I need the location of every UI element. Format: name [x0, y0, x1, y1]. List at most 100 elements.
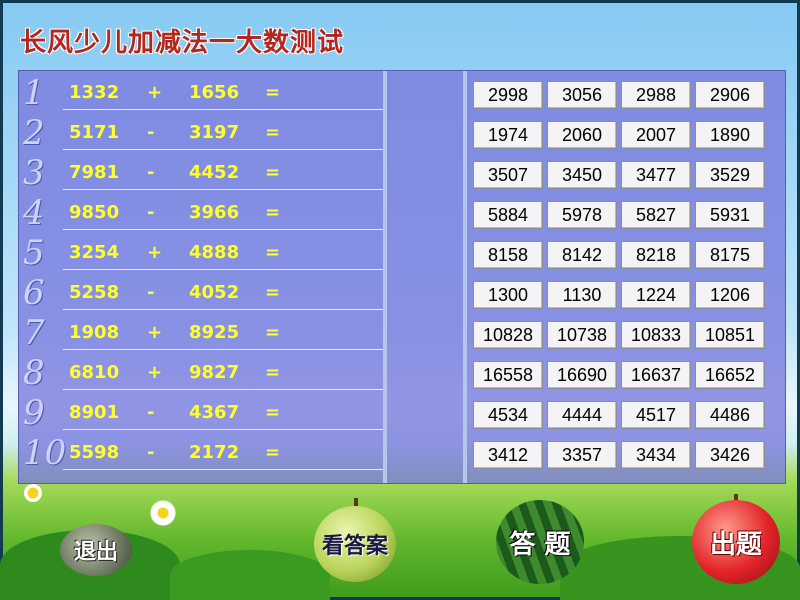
exit-button-label: 退出	[73, 539, 118, 565]
answer-choice[interactable]: 1224	[621, 281, 691, 309]
equals-sign: =	[265, 282, 281, 303]
answer-choice[interactable]: 8175	[695, 241, 765, 269]
page-title: 长风少儿加减法一大数测试	[20, 28, 345, 58]
operand-b: 4367	[189, 402, 240, 423]
answer-slot[interactable]	[389, 397, 461, 431]
operand-a: 7981	[69, 162, 120, 183]
operand-b: 9827	[189, 362, 240, 383]
answer-choice[interactable]: 16652	[695, 361, 765, 389]
answer-choice[interactable]: 3357	[547, 441, 617, 469]
row-separator	[63, 109, 383, 110]
operand-b: 8925	[189, 322, 240, 343]
answer-choice[interactable]: 1974	[473, 121, 543, 149]
answer-choice[interactable]: 3056	[547, 81, 617, 109]
answer-choice[interactable]: 2007	[621, 121, 691, 149]
answer-choice[interactable]: 4517	[621, 401, 691, 429]
operator: -	[147, 122, 155, 143]
answer-choice[interactable]: 16558	[473, 361, 543, 389]
answer-choice[interactable]: 16637	[621, 361, 691, 389]
operand-a: 9850	[69, 202, 120, 223]
operand-b: 2172	[189, 442, 240, 463]
row-number: 9	[23, 393, 45, 433]
answer-choice[interactable]: 3477	[621, 161, 691, 189]
answer-choice[interactable]: 1130	[547, 281, 617, 309]
row-separator	[63, 429, 383, 430]
grass-decoration	[170, 550, 330, 600]
answer-choice[interactable]: 16690	[547, 361, 617, 389]
equals-sign: =	[265, 402, 281, 423]
operand-a: 1332	[69, 82, 120, 103]
answer-choice[interactable]: 10833	[621, 321, 691, 349]
new-questions-button-label: 出题	[709, 529, 762, 560]
row-number: 5	[23, 233, 45, 273]
answer-choice[interactable]: 10738	[547, 321, 617, 349]
answer-slot[interactable]	[389, 317, 461, 351]
operand-b: 3966	[189, 202, 240, 223]
answer-choice[interactable]: 8142	[547, 241, 617, 269]
equals-sign: =	[265, 202, 281, 223]
answer-choice[interactable]: 5978	[547, 201, 617, 229]
row-separator	[63, 229, 383, 230]
equals-sign: =	[265, 82, 281, 103]
answer-choice[interactable]: 4486	[695, 401, 765, 429]
row-separator	[63, 269, 383, 270]
answer-choice[interactable]: 10851	[695, 321, 765, 349]
answer-choice[interactable]: 5884	[473, 201, 543, 229]
answer-slot[interactable]	[389, 157, 461, 191]
answer-choice[interactable]: 1890	[695, 121, 765, 149]
row-number: 1	[23, 73, 45, 113]
row-number: 6	[23, 273, 45, 313]
equals-sign: =	[265, 242, 281, 263]
row-separator	[63, 309, 383, 310]
row-separator	[63, 349, 383, 350]
operator: +	[147, 82, 163, 103]
answer-button-label: 答 题	[509, 529, 571, 560]
operand-a: 1908	[69, 322, 120, 343]
operand-a: 8901	[69, 402, 120, 423]
answer-choice[interactable]: 5827	[621, 201, 691, 229]
answer-choice[interactable]: 5931	[695, 201, 765, 229]
row-separator	[63, 149, 383, 150]
answer-choice[interactable]: 3529	[695, 161, 765, 189]
operand-a: 5598	[69, 442, 120, 463]
exit-button[interactable]: 退出	[60, 524, 132, 576]
answer-choice[interactable]: 8158	[473, 241, 543, 269]
answer-choice[interactable]: 4534	[473, 401, 543, 429]
answer-choice[interactable]: 2998	[473, 81, 543, 109]
row-separator	[63, 389, 383, 390]
answer-slot[interactable]	[389, 277, 461, 311]
operand-b: 3197	[189, 122, 240, 143]
operand-b: 4452	[189, 162, 240, 183]
answer-button[interactable]: 答 题	[496, 500, 584, 584]
show-answer-button[interactable]: 看答案	[314, 506, 396, 582]
answer-slot[interactable]	[389, 437, 461, 471]
answer-choice[interactable]: 1206	[695, 281, 765, 309]
panel-divider-left	[383, 71, 387, 483]
answer-choice[interactable]: 1300	[473, 281, 543, 309]
answer-slot[interactable]	[389, 117, 461, 151]
answer-choice[interactable]: 3507	[473, 161, 543, 189]
answer-choice[interactable]: 4444	[547, 401, 617, 429]
answer-choice[interactable]: 3434	[621, 441, 691, 469]
quiz-panel: 1 1332 +1656 = 2998 3056 2988 2906 2 5171 - 3197 = 19…	[18, 70, 786, 484]
row-number: 4	[23, 193, 45, 233]
answer-choice[interactable]: 3412	[473, 441, 543, 469]
answer-choice[interactable]: 2988	[621, 81, 691, 109]
answer-choice[interactable]: 10828	[473, 321, 543, 349]
equals-sign: =	[265, 162, 281, 183]
operand-a: 5258	[69, 282, 120, 303]
answer-choice[interactable]: 8218	[621, 241, 691, 269]
operator: +	[147, 322, 163, 343]
operator: -	[147, 402, 155, 423]
answer-slot[interactable]	[389, 77, 461, 111]
equals-sign: =	[265, 122, 281, 143]
operand-a: 5171	[69, 122, 120, 143]
new-questions-button[interactable]: 出题	[692, 500, 780, 584]
answer-choice[interactable]: 3450	[547, 161, 617, 189]
answer-choice[interactable]: 3426	[695, 441, 765, 469]
answer-choice[interactable]: 2906	[695, 81, 765, 109]
answer-slot[interactable]	[389, 197, 461, 231]
answer-choice[interactable]: 2060	[547, 121, 617, 149]
answer-slot[interactable]	[389, 357, 461, 391]
answer-slot[interactable]	[389, 237, 461, 271]
